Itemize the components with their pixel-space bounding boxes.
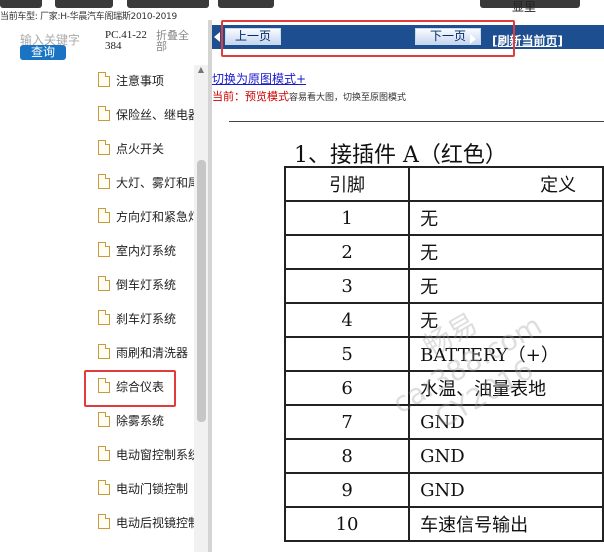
document-icon bbox=[98, 106, 110, 121]
table-row: 6 水温、油量表地 bbox=[283, 370, 604, 406]
tree-item-label: 电动后视镜控制 bbox=[116, 516, 194, 530]
tree-scrollbar[interactable]: ▲ bbox=[194, 65, 208, 552]
mode-hint: 容易看大图，切换至原图模式 bbox=[289, 93, 407, 103]
top-tab[interactable] bbox=[0, 0, 42, 8]
pin-definition: GND bbox=[408, 472, 604, 508]
tree-item-label: 倒车灯系统 bbox=[116, 278, 177, 292]
tree-item-label: 注意事项 bbox=[116, 74, 165, 88]
document-panel: 上一页 下一页 [刷新当前页] 切换为原图模式+ 当前：预览模式容易看大图，切换… bbox=[212, 20, 604, 552]
pin-definition: BATTERY（+） bbox=[408, 336, 604, 372]
pin-number: 2 bbox=[283, 234, 411, 270]
pin-definition: 无 bbox=[408, 234, 604, 270]
query-button[interactable]: 查询 bbox=[20, 45, 66, 60]
document-icon bbox=[98, 72, 110, 87]
nav-highlight bbox=[221, 20, 515, 57]
tree-item-label: 大灯、雾灯和尾灯 bbox=[116, 176, 194, 190]
pin-number: 6 bbox=[283, 370, 411, 406]
table-row: 7 GND bbox=[283, 404, 604, 440]
current-mode-line: 当前：预览模式容易看大图，切换至原图模式 bbox=[212, 88, 406, 104]
table-row: 2无 bbox=[283, 234, 604, 270]
pin-definition-table: 引脚 定义 1无 2无 3无 4无 5 BATTERY（+） 6 水温、油量表地 7… bbox=[283, 166, 604, 542]
tree-item[interactable]: 室内灯系统 bbox=[96, 240, 194, 262]
pin-definition: GND bbox=[408, 404, 604, 440]
pin-definition: 无 bbox=[408, 200, 604, 236]
tree-item-label: 点火开关 bbox=[116, 142, 165, 156]
document-icon bbox=[98, 514, 110, 529]
tree-item-label: 刹车灯系统 bbox=[116, 312, 177, 326]
pin-definition: 水温、油量表地 bbox=[408, 370, 604, 406]
tree-item-label: 室内灯系统 bbox=[116, 244, 177, 258]
tree-item[interactable]: 电动后视镜控制 bbox=[96, 512, 194, 534]
header-definition: 定义 bbox=[408, 166, 604, 202]
table-row: 5 BATTERY（+） bbox=[283, 336, 604, 372]
pin-number: 7 bbox=[283, 404, 411, 440]
tree-item[interactable]: 电动门锁控制 bbox=[96, 478, 194, 500]
top-tab[interactable] bbox=[218, 0, 274, 8]
pin-number: 4 bbox=[283, 302, 411, 338]
current-label: 当前： bbox=[212, 90, 245, 103]
document-icon bbox=[98, 480, 110, 495]
table-row: 1无 bbox=[283, 200, 604, 236]
pin-number: 9 bbox=[283, 472, 411, 508]
pin-definition: 无 bbox=[408, 302, 604, 338]
tree-item[interactable]: 刹车灯系统 bbox=[96, 308, 194, 330]
top-right-label[interactable]: 显里 bbox=[506, 0, 542, 20]
document-icon bbox=[98, 276, 110, 291]
document-icon bbox=[98, 242, 110, 257]
tree-item[interactable]: 电动窗控制系统 bbox=[96, 444, 194, 466]
scroll-thumb[interactable] bbox=[197, 160, 206, 422]
left-panel: 输入关键字 查询 PC.41-22384 折叠全部 注意事项 保险丝、继电器 点… bbox=[0, 20, 210, 552]
document-icon bbox=[98, 412, 110, 427]
divider bbox=[229, 121, 604, 122]
pin-definition: 车速信号输出 bbox=[408, 506, 604, 542]
pin-definition: GND bbox=[408, 438, 604, 474]
scroll-up-icon[interactable]: ▲ bbox=[197, 66, 205, 74]
tree-item[interactable]: 注意事项 bbox=[96, 70, 194, 92]
table-row: 9 GND bbox=[283, 472, 604, 508]
connector-title: 1、接插件 A（红色） bbox=[294, 143, 507, 168]
tree-item-label: 电动门锁控制 bbox=[116, 482, 189, 496]
tree-item[interactable]: 保险丝、继电器 bbox=[96, 104, 194, 126]
tree-item[interactable]: 雨刷和清洗器 bbox=[96, 342, 194, 364]
tree-item[interactable]: 倒车灯系统 bbox=[96, 274, 194, 296]
header-pin: 引脚 bbox=[283, 166, 411, 202]
document-icon bbox=[98, 344, 110, 359]
arrow-left-icon[interactable] bbox=[214, 32, 220, 42]
pin-number: 8 bbox=[283, 438, 411, 474]
table-row: 3无 bbox=[283, 268, 604, 304]
tree-item[interactable]: 点火开关 bbox=[96, 138, 194, 160]
table-row: 10 车速信号输出 bbox=[283, 506, 604, 542]
table-header-row: 引脚 定义 bbox=[283, 166, 604, 202]
top-tab[interactable] bbox=[127, 0, 209, 8]
pin-number: 1 bbox=[283, 200, 411, 236]
selection-highlight bbox=[84, 370, 176, 407]
document-icon bbox=[98, 140, 110, 155]
tree-item[interactable]: 除雾系统 bbox=[96, 410, 194, 432]
pin-number: 5 bbox=[283, 336, 411, 372]
table-row: 8 GND bbox=[283, 438, 604, 474]
pin-definition: 无 bbox=[408, 268, 604, 304]
document-icon bbox=[98, 174, 110, 189]
top-bar: 当前车型: 厂家:H-华晨汽车阁瑞斯2010-2019 显里 bbox=[0, 0, 604, 22]
switch-original-mode-link[interactable]: 切换为原图模式+ bbox=[212, 70, 306, 87]
pc-code: PC.41-22384 bbox=[105, 29, 147, 52]
top-tab[interactable] bbox=[55, 0, 113, 8]
document-icon bbox=[98, 446, 110, 461]
tree-item-label: 雨刷和清洗器 bbox=[116, 346, 189, 360]
table-row: 4无 bbox=[283, 302, 604, 338]
document-icon bbox=[98, 208, 110, 223]
pin-number: 3 bbox=[283, 268, 411, 304]
category-tree: 注意事项 保险丝、继电器 点火开关 大灯、雾灯和尾灯 方向灯和紧急灯 室内灯系统… bbox=[0, 65, 194, 552]
tree-item[interactable]: 大灯、雾灯和尾灯 bbox=[96, 172, 194, 194]
document-icon bbox=[98, 310, 110, 325]
tree-item[interactable]: 方向灯和紧急灯 bbox=[96, 206, 194, 228]
current-mode: 预览模式 bbox=[245, 90, 289, 103]
fold-all-button[interactable]: 折叠全部 bbox=[156, 30, 196, 52]
tree-item-label: 方向灯和紧急灯 bbox=[116, 210, 194, 224]
tree-item-label: 电动窗控制系统 bbox=[116, 448, 194, 462]
pin-number: 10 bbox=[283, 506, 411, 542]
tree-item-label: 除雾系统 bbox=[116, 414, 165, 428]
tree-item-label: 保险丝、继电器 bbox=[116, 108, 194, 122]
